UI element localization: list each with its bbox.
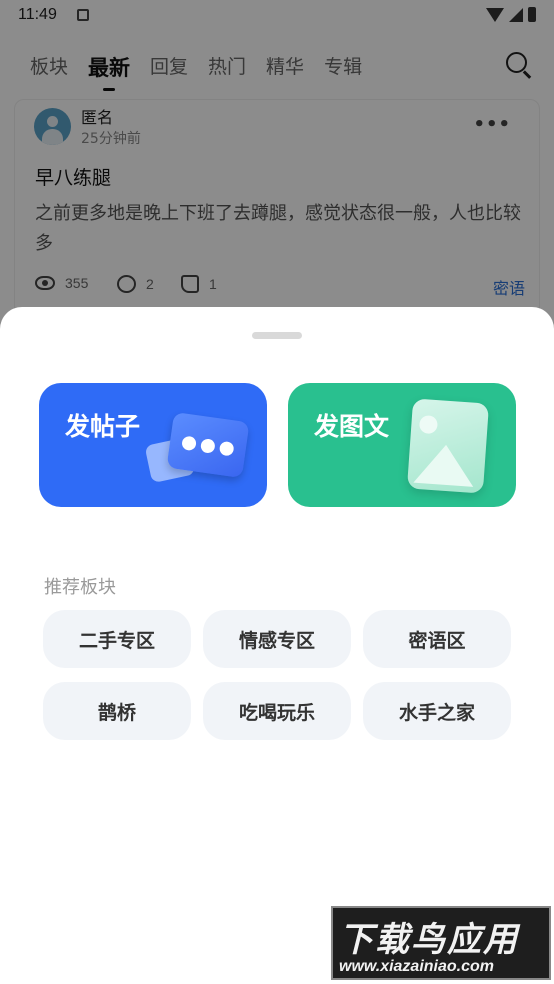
chat-bubbles-icon bbox=[144, 411, 254, 496]
picture-sun bbox=[418, 414, 439, 435]
board-chip[interactable]: 鹊桥 bbox=[43, 682, 191, 740]
recommended-boards-title: 推荐板块 bbox=[44, 577, 116, 598]
chat-bubble-front bbox=[166, 411, 250, 479]
create-bottom-sheet: 发帖子 发图文 推荐板块 二手专区 情感专区 密语区 鹊桥 吃喝玩乐 水手之家 bbox=[0, 307, 554, 984]
board-chip[interactable]: 二手专区 bbox=[43, 610, 191, 668]
board-chip[interactable]: 情感专区 bbox=[203, 610, 351, 668]
chat-dot bbox=[218, 440, 235, 457]
picture-mountain bbox=[413, 442, 477, 487]
new-image-post-button[interactable]: 发图文 bbox=[288, 383, 516, 507]
board-chip[interactable]: 水手之家 bbox=[363, 682, 511, 740]
drag-handle[interactable] bbox=[252, 332, 302, 339]
board-chip[interactable]: 密语区 bbox=[363, 610, 511, 668]
new-image-post-label: 发图文 bbox=[314, 412, 390, 441]
watermark-title: 下载鸟应用 bbox=[339, 920, 519, 960]
new-post-button[interactable]: 发帖子 bbox=[39, 383, 267, 507]
board-chip[interactable]: 吃喝玩乐 bbox=[203, 682, 351, 740]
new-post-label: 发帖子 bbox=[65, 412, 141, 441]
chat-dot bbox=[199, 438, 216, 454]
watermark-url: www.xiazainiao.com bbox=[339, 958, 495, 975]
picture-icon bbox=[402, 397, 492, 494]
watermark: 下载鸟应用 www.xiazainiao.com bbox=[331, 906, 551, 980]
chat-dot bbox=[181, 435, 197, 452]
picture-frame bbox=[406, 398, 490, 494]
